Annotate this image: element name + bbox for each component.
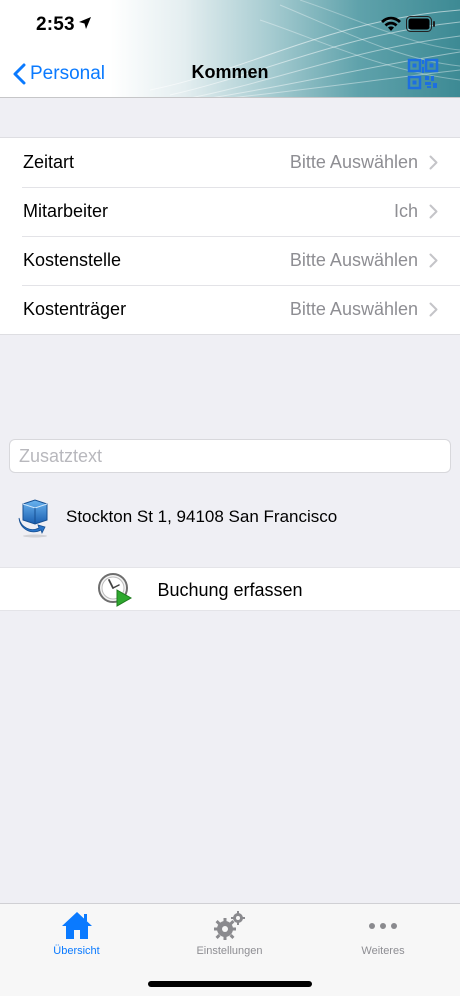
home-icon [61, 912, 92, 939]
row-label: Kostenstelle [23, 250, 122, 270]
back-button-label: Personal [30, 63, 105, 84]
qr-code-icon[interactable] [407, 58, 439, 90]
row-value: Bitte Auswählen [289, 250, 418, 270]
location-arrow-icon [79, 17, 91, 29]
chevron-right-icon [429, 302, 438, 317]
tab-label: Einstellungen [196, 945, 263, 957]
battery-icon [406, 16, 435, 32]
book-entry-label: Buchung erfassen [157, 580, 303, 600]
gears-icon [213, 911, 245, 940]
form-row-zeitart[interactable]: Zeitart Bitte Auswählen [0, 138, 460, 187]
form-row-mitarbeiter[interactable]: Mitarbeiter Ich [0, 187, 460, 236]
row-value: Ich [393, 201, 418, 221]
tab-weiteres[interactable]: Weiteres [306, 904, 460, 964]
location-sync-icon [18, 499, 48, 538]
chevron-right-icon [429, 204, 438, 219]
form-row-kostenstelle[interactable]: Kostenstelle Bitte Auswählen [0, 236, 460, 285]
form-row-kostentraeger[interactable]: Kostenträger Bitte Auswählen [0, 285, 460, 334]
chevron-right-icon [429, 253, 438, 268]
home-indicator [148, 981, 312, 987]
tab-label: Weiteres [361, 945, 405, 957]
status-time: 2:53 [36, 14, 75, 35]
tab-label: Übersicht [53, 945, 100, 957]
location-address: Stockton St 1, 94108 San Francisco [66, 507, 338, 526]
more-icon [369, 923, 397, 929]
back-button[interactable]: Personal [12, 60, 105, 88]
row-label: Mitarbeiter [23, 201, 109, 221]
book-entry-button[interactable]: Buchung erfassen [0, 567, 460, 611]
row-label: Kostenträger [23, 299, 127, 319]
booking-form: Zeitart Bitte Auswählen Mitarbeiter Ich … [0, 137, 460, 335]
tab-uebersicht[interactable]: Übersicht [0, 904, 153, 964]
row-value: Bitte Auswählen [289, 299, 418, 319]
location-indicator [17, 498, 53, 538]
tab-einstellungen[interactable]: Einstellungen [153, 904, 306, 964]
row-value: Bitte Auswählen [289, 152, 418, 172]
nav-header: 2:53 Personal Kommen [0, 0, 460, 98]
chevron-right-icon [429, 155, 438, 170]
chevron-left-icon [13, 63, 26, 85]
wifi-icon [381, 16, 401, 31]
row-label: Zeitart [23, 152, 75, 172]
extra-text-input[interactable] [9, 439, 451, 473]
